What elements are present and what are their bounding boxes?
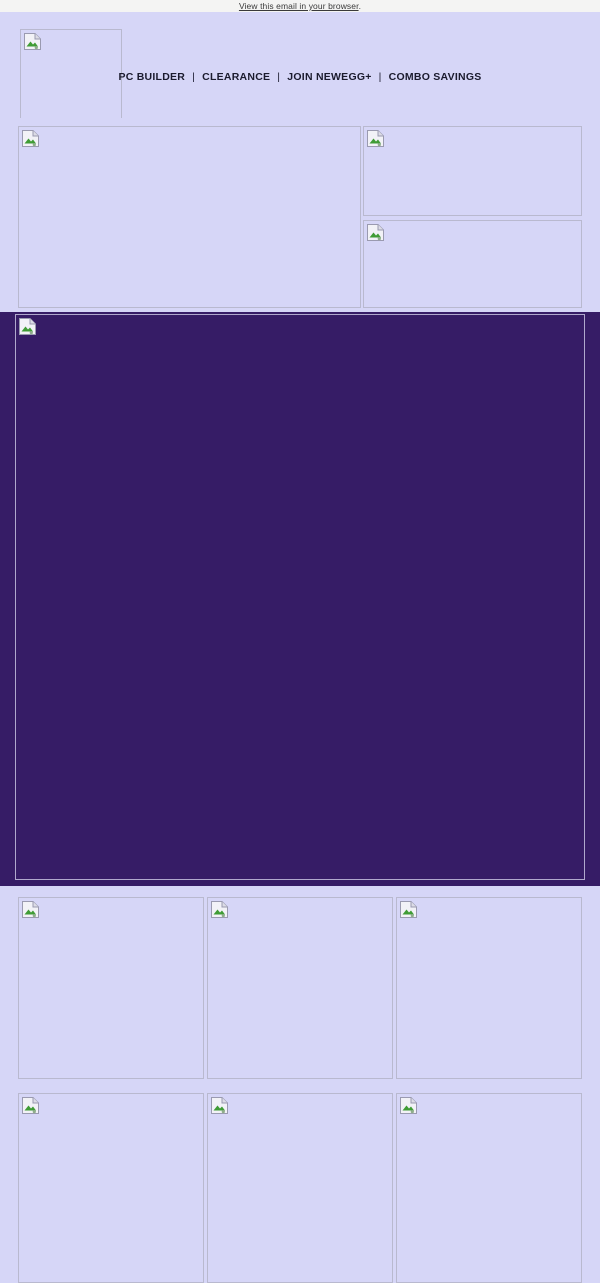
nav-item-clearance[interactable]: CLEARANCE — [202, 71, 270, 83]
broken-image-icon — [22, 1097, 39, 1114]
broken-image-icon — [24, 33, 41, 50]
broken-image-icon — [211, 901, 228, 918]
header-nav: PC BUILDER | CLEARANCE | JOIN NEWEGG+ | COMBO … — [0, 71, 600, 83]
broken-image-icon — [211, 1097, 228, 1114]
hero-banner-placeholder[interactable] — [15, 314, 585, 880]
nav-item-pc-builder[interactable]: PC BUILDER — [118, 71, 185, 83]
product-row-2 — [0, 1084, 600, 1283]
preheader-bar: View this email in your browser. — [0, 0, 600, 12]
promo-right-top-banner-placeholder[interactable] — [363, 126, 582, 216]
broken-image-icon — [367, 224, 384, 241]
product-card[interactable] — [207, 897, 393, 1079]
product-card[interactable] — [207, 1093, 393, 1283]
nav-separator-2: | — [277, 71, 281, 83]
promo-grid — [0, 118, 600, 312]
nav-separator-3: | — [378, 71, 382, 83]
product-card[interactable] — [18, 897, 204, 1079]
product-card-grid — [0, 886, 600, 1283]
broken-image-icon — [400, 1097, 417, 1114]
broken-image-icon — [19, 318, 36, 335]
view-in-browser-link[interactable]: View this email in your browser — [239, 1, 359, 11]
product-card[interactable] — [396, 1093, 582, 1283]
product-row-1 — [0, 886, 600, 1084]
promo-right-bottom-banner-placeholder[interactable] — [363, 220, 582, 308]
nav-separator-1: | — [192, 71, 196, 83]
preheader-period: . — [358, 1, 362, 11]
broken-image-icon — [367, 130, 384, 147]
product-card[interactable] — [18, 1093, 204, 1283]
broken-image-icon — [22, 130, 39, 147]
broken-image-icon — [400, 901, 417, 918]
nav-item-combo-savings[interactable]: COMBO SAVINGS — [389, 71, 482, 83]
promo-left-banner-placeholder[interactable] — [18, 126, 361, 308]
product-card[interactable] — [396, 897, 582, 1079]
nav-item-join-newegg-plus[interactable]: JOIN NEWEGG+ — [287, 71, 371, 83]
broken-image-icon — [22, 901, 39, 918]
email-header: PC BUILDER | CLEARANCE | JOIN NEWEGG+ | COMBO … — [0, 12, 600, 129]
hero-section — [0, 312, 600, 886]
